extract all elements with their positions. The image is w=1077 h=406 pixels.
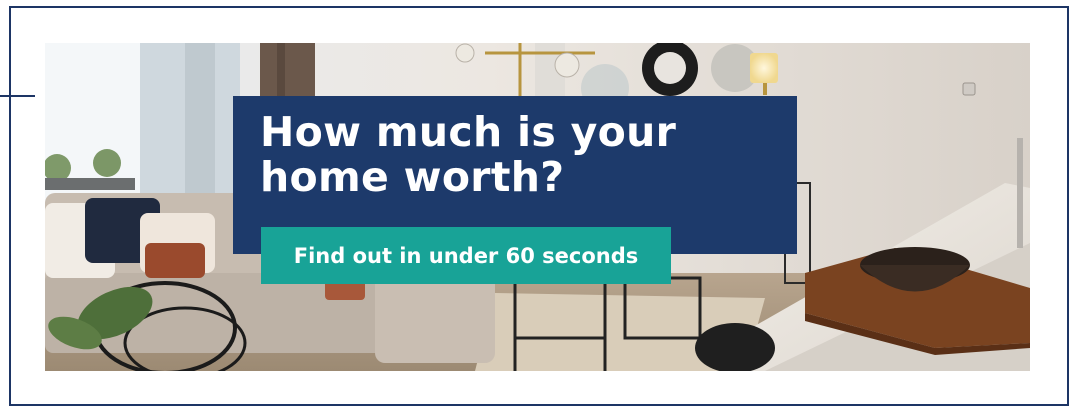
- headline: How much is your home worth?: [260, 108, 677, 201]
- find-out-button[interactable]: Find out in under 60 seconds: [261, 227, 671, 284]
